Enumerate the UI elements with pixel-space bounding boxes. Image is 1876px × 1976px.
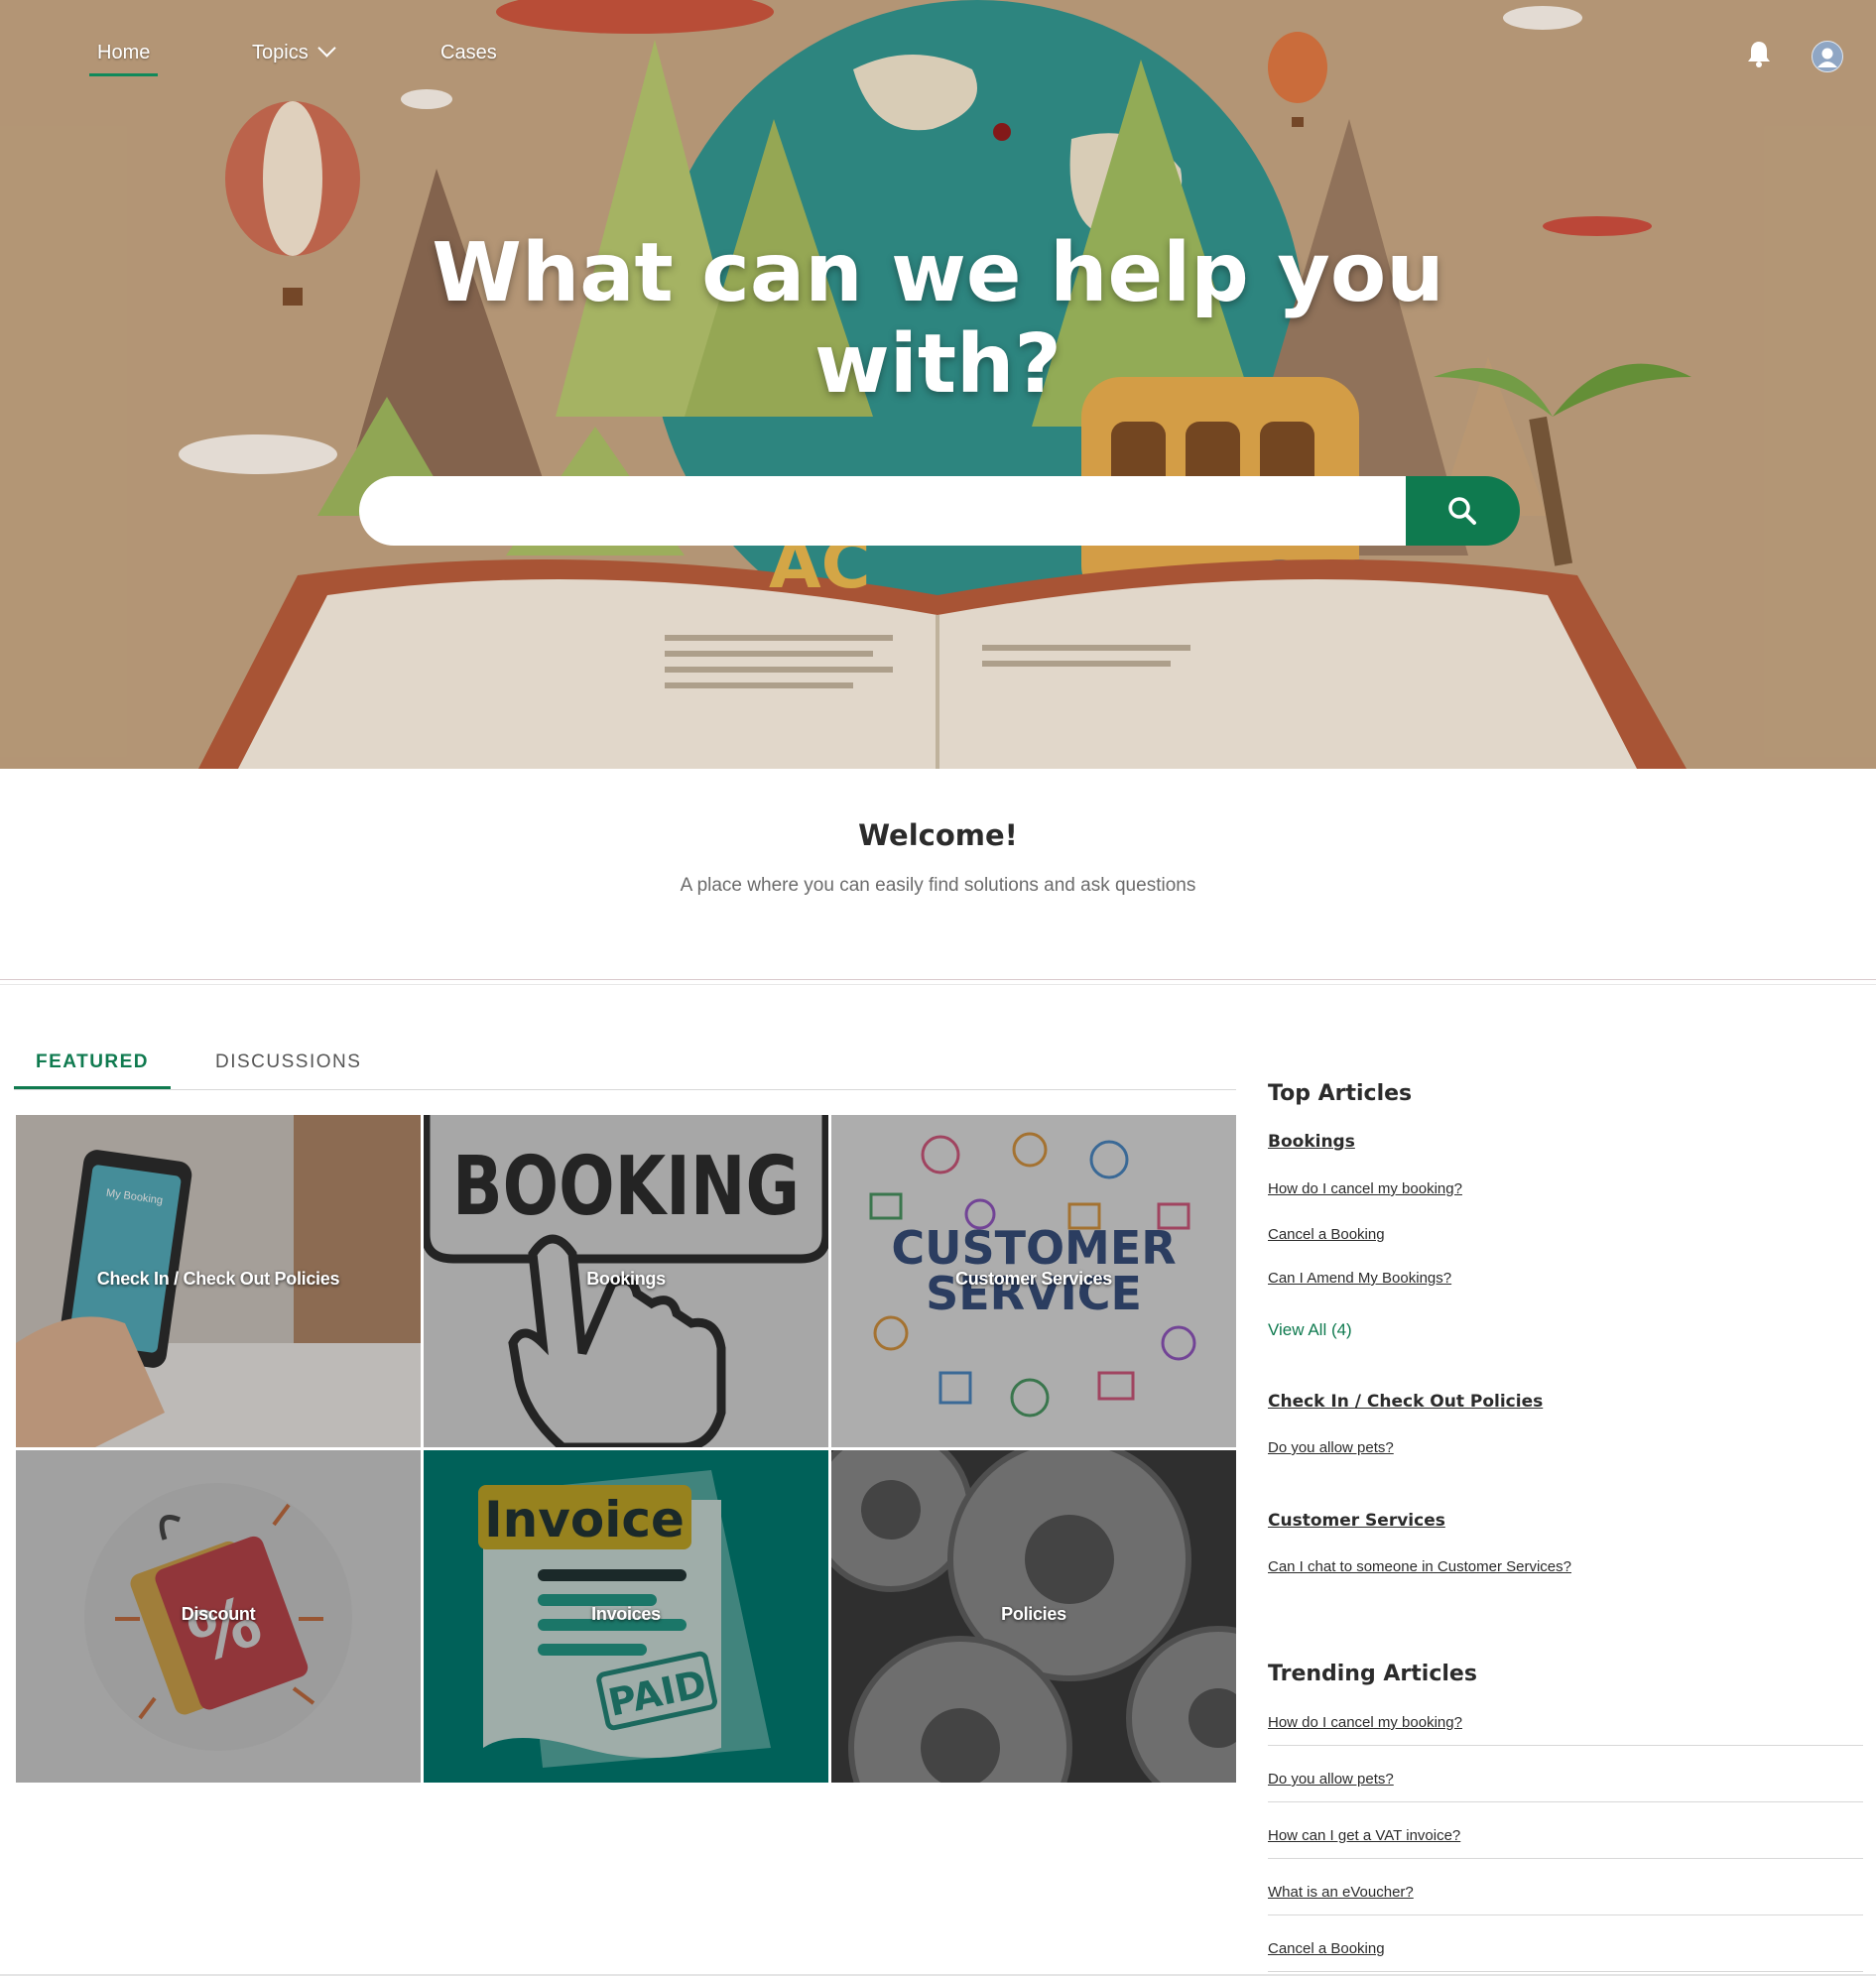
- featured-topics-grid: My Booking Check In / Check Out Policies…: [16, 1115, 1236, 1784]
- trending-article-link[interactable]: How can I get a VAT invoice?: [1268, 1827, 1460, 1844]
- trending-article-link[interactable]: How do I cancel my booking?: [1268, 1714, 1462, 1731]
- section-divider-secondary: [0, 984, 1876, 985]
- topic-tile-discount[interactable]: % Discount: [16, 1450, 421, 1783]
- chevron-down-icon: [317, 39, 336, 58]
- bell-icon[interactable]: [1746, 40, 1772, 67]
- trending-articles-heading: Trending Articles: [1268, 1662, 1477, 1686]
- search-bar: [359, 476, 1520, 546]
- top-navigation: Home Topics Cases: [0, 28, 1876, 77]
- tile-label: Invoices: [591, 1604, 661, 1624]
- trending-article-link[interactable]: Do you allow pets?: [1268, 1771, 1394, 1788]
- topic-tile-customer-services[interactable]: CUSTOMER SERVICE Customer Services: [831, 1115, 1236, 1447]
- category-customer-services[interactable]: Customer Services: [1268, 1511, 1445, 1531]
- article-link[interactable]: Can I chat to someone in Customer Servic…: [1268, 1558, 1571, 1575]
- hero-title-line-1: What can we help you: [432, 226, 1444, 320]
- search-input[interactable]: [359, 476, 1406, 546]
- top-articles-heading: Top Articles: [1268, 1081, 1413, 1106]
- topic-tile-bookings[interactable]: BOOKING Bookings: [424, 1115, 828, 1447]
- nav-cases[interactable]: Cases: [440, 42, 497, 64]
- topic-tile-check-in-out[interactable]: My Booking Check In / Check Out Policies: [16, 1115, 421, 1447]
- topic-tile-invoices[interactable]: Invoice PAID Invoices: [424, 1450, 828, 1783]
- hero-title-line-2: with?: [813, 317, 1062, 412]
- tile-label: Discount: [181, 1604, 256, 1624]
- topic-tile-policies[interactable]: Policies: [831, 1450, 1236, 1783]
- search-button[interactable]: [1406, 476, 1520, 546]
- tile-label: Check In / Check Out Policies: [96, 1269, 340, 1289]
- content-tabs: FEATURED DISCUSSIONS: [13, 1042, 1236, 1090]
- category-bookings[interactable]: Bookings: [1268, 1132, 1355, 1152]
- list-item: Do you allow pets?: [1268, 1745, 1863, 1802]
- tile-label: Bookings: [586, 1269, 666, 1289]
- nav-topics[interactable]: Topics: [252, 39, 336, 64]
- trending-article-link[interactable]: What is an eVoucher?: [1268, 1884, 1414, 1901]
- list-item: Cancel a Booking: [1268, 1914, 1863, 1972]
- list-item: How do I cancel my booking?: [1268, 1688, 1863, 1746]
- user-avatar-icon[interactable]: [1812, 41, 1843, 72]
- tab-discussions[interactable]: DISCUSSIONS: [215, 1051, 361, 1073]
- welcome-title: Welcome!: [858, 818, 1018, 852]
- article-link[interactable]: Can I Amend My Bookings?: [1268, 1270, 1451, 1287]
- category-check-in-out[interactable]: Check In / Check Out Policies: [1268, 1392, 1543, 1412]
- tile-label: Policies: [1001, 1604, 1066, 1624]
- view-all-link[interactable]: View All (4): [1268, 1320, 1352, 1340]
- hero-title: What can we help you with?: [0, 228, 1876, 411]
- trending-article-link[interactable]: Cancel a Booking: [1268, 1940, 1385, 1957]
- article-link[interactable]: Do you allow pets?: [1268, 1439, 1394, 1456]
- hero-banner: AC Home Topics Cases What can we help yo…: [0, 0, 1876, 769]
- article-link[interactable]: How do I cancel my booking?: [1268, 1180, 1462, 1197]
- tab-featured[interactable]: FEATURED: [13, 1051, 172, 1089]
- list-item: What is an eVoucher?: [1268, 1858, 1863, 1915]
- list-item: How can I get a VAT invoice?: [1268, 1801, 1863, 1859]
- article-link[interactable]: Cancel a Booking: [1268, 1226, 1385, 1243]
- welcome-subtitle: A place where you can easily find soluti…: [680, 875, 1196, 896]
- nav-home[interactable]: Home: [88, 42, 159, 76]
- section-divider: [0, 979, 1876, 980]
- tile-label: Customer Services: [955, 1269, 1112, 1289]
- nav-topics-label: Topics: [252, 42, 309, 63]
- search-icon: [1448, 497, 1476, 525]
